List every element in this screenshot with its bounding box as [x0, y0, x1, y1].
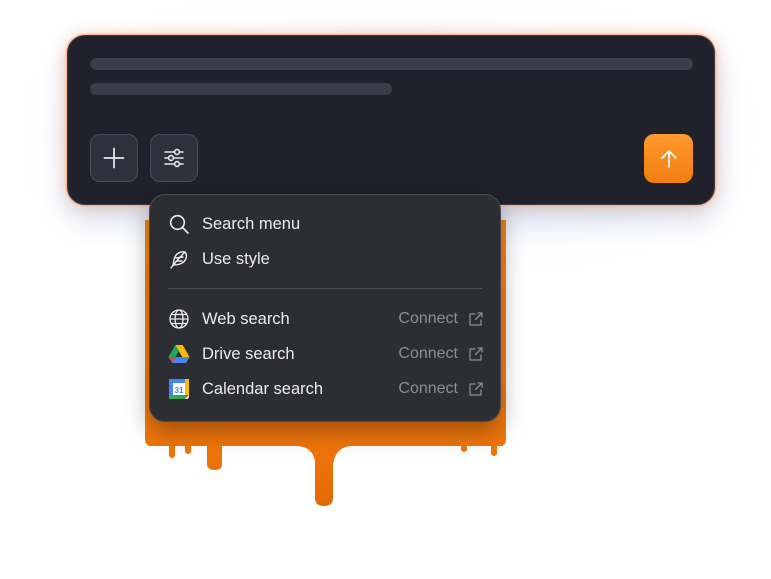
connect-label: Connect	[398, 345, 458, 362]
tools-menu: Search menu Use style Web search Connect…	[149, 194, 501, 422]
external-link-icon	[468, 311, 484, 327]
menu-item-drive-search[interactable]: Drive search Connect	[168, 339, 484, 369]
menu-item-calendar-search[interactable]: 31 Calendar search Connect	[168, 374, 484, 404]
send-button[interactable]	[644, 134, 693, 183]
text-placeholder-line	[90, 83, 392, 95]
menu-item-search-menu[interactable]: Search menu	[168, 209, 484, 239]
google-calendar-icon: 31	[168, 378, 190, 400]
menu-item-label: Search menu	[202, 214, 301, 233]
prompt-composer[interactable]	[67, 35, 715, 205]
external-link-icon	[468, 346, 484, 362]
connect-label: Connect	[398, 310, 458, 327]
menu-item-use-style[interactable]: Use style	[168, 244, 484, 274]
sliders-icon	[164, 148, 184, 168]
menu-item-web-search[interactable]: Web search Connect	[168, 304, 484, 334]
menu-item-label: Use style	[202, 249, 270, 268]
menu-item-label: Web search	[202, 309, 290, 328]
connect-label: Connect	[398, 380, 458, 397]
connect-link[interactable]: Connect	[398, 380, 484, 398]
feather-icon	[168, 248, 190, 270]
google-drive-icon	[168, 343, 190, 365]
search-icon	[168, 213, 190, 235]
menu-divider	[168, 288, 482, 289]
add-button[interactable]	[90, 134, 138, 182]
connect-link[interactable]: Connect	[398, 345, 484, 363]
text-placeholder-line	[90, 58, 693, 70]
external-link-icon	[468, 381, 484, 397]
plus-icon	[103, 147, 125, 169]
connect-link[interactable]: Connect	[398, 310, 484, 328]
options-button[interactable]	[150, 134, 198, 182]
globe-icon	[168, 308, 190, 330]
svg-text:31: 31	[175, 386, 184, 395]
arrow-up-icon	[660, 149, 677, 168]
menu-item-label: Calendar search	[202, 379, 324, 398]
menu-item-label: Drive search	[202, 344, 295, 363]
